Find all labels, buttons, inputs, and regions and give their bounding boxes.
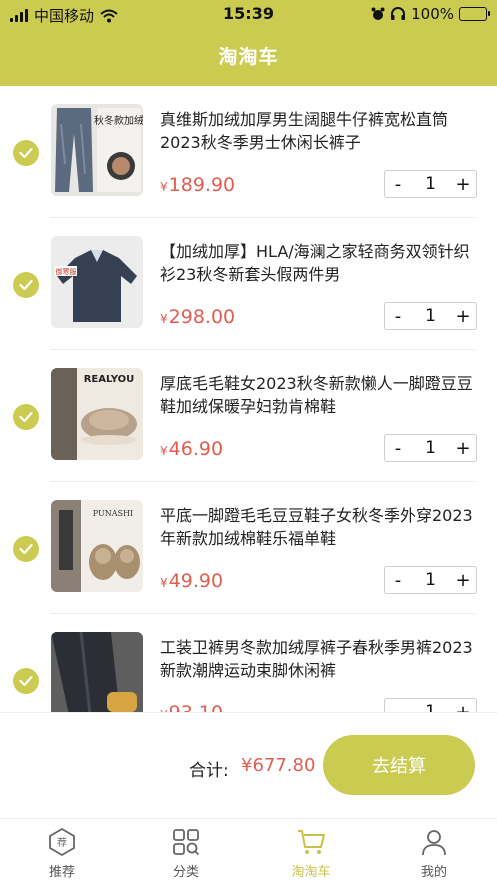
product-name[interactable]: 工装卫裤男冬款加绒厚裤子春秋季男裤2023新款潮牌运动束脚休闲裤 — [160, 636, 480, 682]
product-name[interactable]: 平底一脚蹬毛毛豆豆鞋子女秋冬季外穿2023年新款加绒棉鞋乐福单鞋 — [160, 504, 480, 550]
check-icon — [19, 147, 33, 159]
product-image[interactable]: 秋冬款加绒 — [51, 104, 143, 196]
increase-button[interactable]: + — [450, 702, 476, 713]
item-checkbox[interactable] — [13, 140, 39, 166]
quantity-value[interactable]: 1 — [411, 174, 450, 194]
product-price: ¥93.10 — [160, 702, 223, 712]
quantity-value[interactable]: 1 — [411, 570, 450, 590]
checkout-bar: 合计: ¥677.80 去结算 — [0, 712, 497, 818]
page-title: 淘淘车 — [218, 46, 279, 68]
cart-item: PUNASHI 平底一脚蹬毛毛豆豆鞋子女秋冬季外穿2023年新款加绒棉鞋乐福单鞋… — [0, 482, 497, 614]
tab-cart[interactable]: 淘淘车 — [261, 827, 361, 880]
product-image[interactable]: PUNASHI — [51, 500, 143, 592]
decrease-button[interactable]: - — [385, 438, 411, 459]
cart-icon — [298, 830, 325, 854]
increase-button[interactable]: + — [450, 174, 476, 195]
increase-button[interactable]: + — [450, 306, 476, 327]
tab-label: 推荐 — [48, 865, 75, 880]
product-image[interactable]: REALYOU — [51, 368, 143, 460]
quantity-value[interactable]: 1 — [411, 702, 450, 712]
header-bar: 中国移动 15:39 100% 淘淘车 — [0, 0, 497, 86]
status-bar: 中国移动 15:39 100% — [0, 0, 497, 28]
cart-item: 御寒服 【加绒加厚】HLA/海澜之家轻商务双领针织衫23秋冬新套头假两件男 ¥2… — [0, 218, 497, 350]
recommend-icon: 荐 — [49, 827, 75, 857]
total-label: 合计: — [189, 761, 229, 781]
thumb-text: 御寒服 — [56, 267, 77, 276]
check-icon — [19, 279, 33, 291]
user-icon — [422, 830, 446, 856]
decrease-button[interactable]: - — [385, 702, 411, 713]
decrease-button[interactable]: - — [385, 570, 411, 591]
quantity-value[interactable]: 1 — [411, 306, 450, 326]
status-right: 100% — [371, 5, 490, 23]
tab-label: 淘淘车 — [291, 865, 331, 880]
quantity-stepper: - 1 + — [384, 434, 477, 462]
item-checkbox[interactable] — [13, 272, 39, 298]
svg-text:荐: 荐 — [57, 837, 67, 849]
thumb-text: PUNASHI — [93, 509, 133, 518]
item-checkbox[interactable] — [13, 536, 39, 562]
product-name[interactable]: 【加绒加厚】HLA/海澜之家轻商务双领针织衫23秋冬新套头假两件男 — [160, 240, 480, 286]
item-checkbox[interactable] — [13, 668, 39, 694]
quantity-stepper: - 1 + — [384, 698, 477, 712]
cart-item: REALYOU 厚底毛毛鞋女2023秋冬新款懒人一脚蹬豆豆鞋加绒保暖孕妇勃肯棉鞋… — [0, 350, 497, 482]
product-image[interactable] — [51, 632, 143, 712]
tab-label: 分类 — [172, 865, 199, 880]
tab-profile[interactable]: 我的 — [384, 827, 484, 880]
product-image[interactable]: 御寒服 — [51, 236, 143, 328]
decrease-button[interactable]: - — [385, 174, 411, 195]
product-price: ¥46.90 — [160, 438, 224, 460]
cart-item: 工装卫裤男冬款加绒厚裤子春秋季男裤2023新款潮牌运动束脚休闲裤 ¥93.10 … — [0, 614, 497, 712]
category-icon — [173, 829, 200, 856]
check-icon — [19, 543, 33, 555]
cart-list[interactable]: 秋冬款加绒 真维斯加绒加厚男生阔腿牛仔裤宽松直筒2023秋冬季男士休闲长裤子 ¥… — [0, 86, 497, 712]
battery-icon — [459, 7, 490, 21]
item-checkbox[interactable] — [13, 404, 39, 430]
check-icon — [19, 675, 33, 687]
product-name[interactable]: 真维斯加绒加厚男生阔腿牛仔裤宽松直筒2023秋冬季男士休闲长裤子 — [160, 108, 480, 154]
tab-recommend[interactable]: 荐 推荐 — [12, 827, 112, 880]
battery-percent: 100% — [411, 5, 454, 23]
product-name[interactable]: 厚底毛毛鞋女2023秋冬新款懒人一脚蹬豆豆鞋加绒保暖孕妇勃肯棉鞋 — [160, 372, 480, 418]
thumb-text: REALYOU — [84, 374, 135, 385]
thumb-text: 秋冬款加绒 — [94, 114, 143, 127]
alarm-icon — [371, 7, 385, 20]
tab-label: 我的 — [420, 865, 447, 880]
product-price: ¥189.90 — [160, 174, 236, 196]
increase-button[interactable]: + — [450, 438, 476, 459]
tab-category[interactable]: 分类 — [136, 827, 236, 880]
check-icon — [19, 411, 33, 423]
cart-item: 秋冬款加绒 真维斯加绒加厚男生阔腿牛仔裤宽松直筒2023秋冬季男士休闲长裤子 ¥… — [0, 86, 497, 218]
quantity-value[interactable]: 1 — [411, 438, 450, 458]
quantity-stepper: - 1 + — [384, 302, 477, 330]
quantity-stepper: - 1 + — [384, 170, 477, 198]
total-value: ¥677.80 — [241, 755, 316, 776]
product-price: ¥49.90 — [160, 570, 224, 592]
tab-bar: 荐 推荐 分类 淘淘车 我的 — [0, 818, 497, 883]
quantity-stepper: - 1 + — [384, 566, 477, 594]
product-price: ¥298.00 — [160, 306, 236, 328]
increase-button[interactable]: + — [450, 570, 476, 591]
decrease-button[interactable]: - — [385, 306, 411, 327]
headphones-icon — [391, 7, 406, 20]
checkout-button[interactable]: 去结算 — [323, 735, 475, 795]
